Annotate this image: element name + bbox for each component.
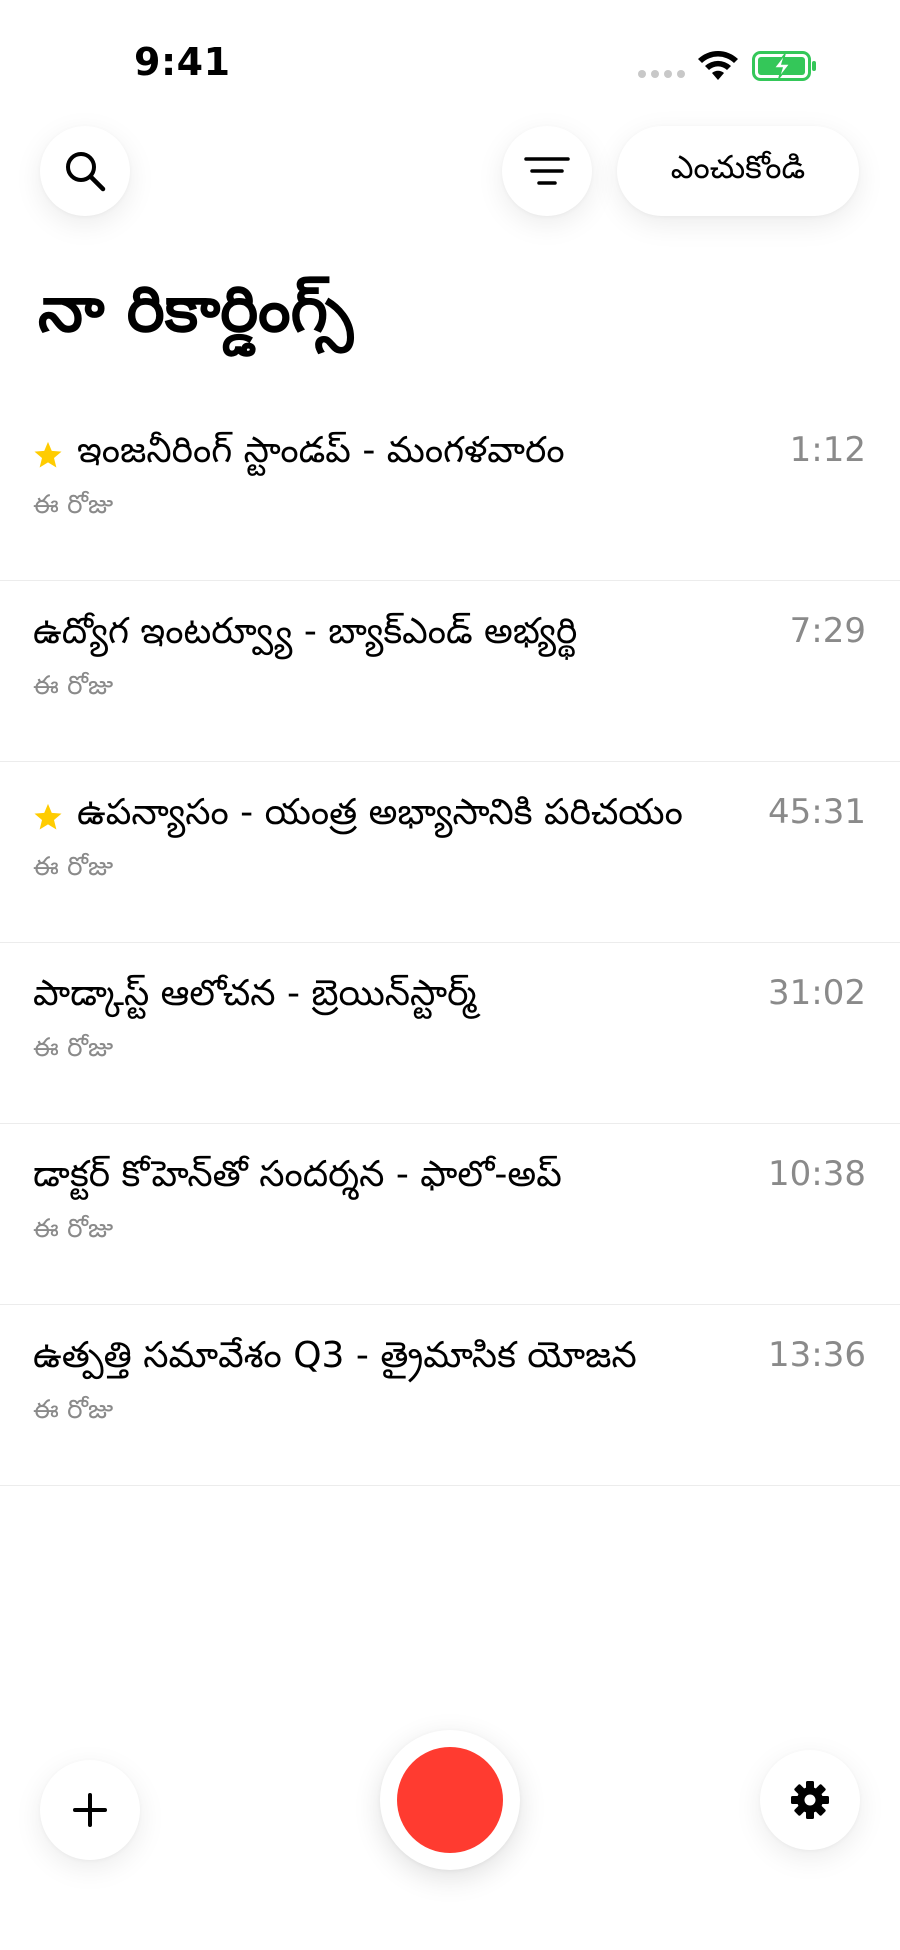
recording-date: ఈ రోజు xyxy=(33,1395,114,1425)
recording-date: ఈ రోజు xyxy=(33,1214,114,1244)
battery-charging-icon xyxy=(752,51,816,81)
recording-row[interactable]: ఉద్యోగ ఇంటర్వ్యూ - బ్యాక్‌ఎండ్ అభ్యర్థి … xyxy=(0,581,900,762)
recording-title: పాడ్కాస్ట్ ఆలోచన - బ్రెయిన్‌స్టార్మ్ xyxy=(33,973,477,1014)
recording-row[interactable]: పాడ్కాస్ట్ ఆలోచన - బ్రెయిన్‌స్టార్మ్ ఈ ర… xyxy=(0,943,900,1124)
recording-date: ఈ రోజు xyxy=(33,852,114,882)
recording-duration: 31:02 xyxy=(768,973,866,1013)
recording-duration: 13:36 xyxy=(768,1335,866,1375)
page-title: నా రికార్డింగ్స్ xyxy=(38,273,354,347)
record-button[interactable] xyxy=(380,1730,520,1870)
recording-row[interactable]: ఉపన్యాసం - యంత్ర అభ్యాసానికి పరిచయం ఈ రో… xyxy=(0,762,900,943)
recording-duration: 45:31 xyxy=(768,792,866,832)
recording-title: డాక్టర్ కోహెన్‌తో సందర్శన - ఫాలో-అప్ xyxy=(33,1154,562,1195)
recording-title: ఉత్పత్తి సమావేశం Q3 - త్రైమాసిక యోజన xyxy=(33,1335,637,1376)
plus-icon xyxy=(73,1793,107,1827)
status-bar: 9:41 xyxy=(0,0,900,120)
recording-date: ఈ రోజు xyxy=(33,671,114,701)
recording-row[interactable]: ఇంజనీరింగ్ స్టాండప్ - మంగళవారం ఈ రోజు 1:… xyxy=(0,400,900,581)
recording-date: ఈ రోజు xyxy=(33,1033,114,1063)
star-icon xyxy=(34,441,62,468)
add-recording-button[interactable] xyxy=(40,1760,140,1860)
record-icon xyxy=(397,1747,503,1853)
recording-duration: 7:29 xyxy=(789,611,866,651)
status-time: 9:41 xyxy=(134,40,231,84)
cellular-signal-icon xyxy=(638,70,685,78)
recording-date: ఈ రోజు xyxy=(33,490,114,520)
search-button[interactable] xyxy=(40,126,130,216)
recording-title: ఉద్యోగ ఇంటర్వ్యూ - బ్యాక్‌ఎండ్ అభ్యర్థి xyxy=(33,611,578,652)
recording-title: ఇంజనీరింగ్ స్టాండప్ - మంగళవారం xyxy=(77,430,565,471)
settings-button[interactable] xyxy=(760,1750,860,1850)
recording-duration: 1:12 xyxy=(789,430,866,470)
recording-row[interactable]: డాక్టర్ కోహెన్‌తో సందర్శన - ఫాలో-అప్ ఈ ర… xyxy=(0,1124,900,1305)
star-icon xyxy=(34,803,62,830)
select-button[interactable]: ఎంచుకోండి xyxy=(617,126,859,216)
filter-button[interactable] xyxy=(502,126,592,216)
search-icon xyxy=(66,152,106,192)
recording-duration: 10:38 xyxy=(768,1154,866,1194)
gear-icon xyxy=(791,1781,829,1819)
wifi-icon xyxy=(698,51,738,80)
filter-icon xyxy=(524,157,570,185)
recording-row[interactable]: ఉత్పత్తి సమావేశం Q3 - త్రైమాసిక యోజన ఈ ర… xyxy=(0,1305,900,1486)
recording-title: ఉపన్యాసం - యంత్ర అభ్యాసానికి పరిచయం xyxy=(77,792,683,833)
recordings-list: ఇంజనీరింగ్ స్టాండప్ - మంగళవారం ఈ రోజు 1:… xyxy=(0,400,900,1486)
